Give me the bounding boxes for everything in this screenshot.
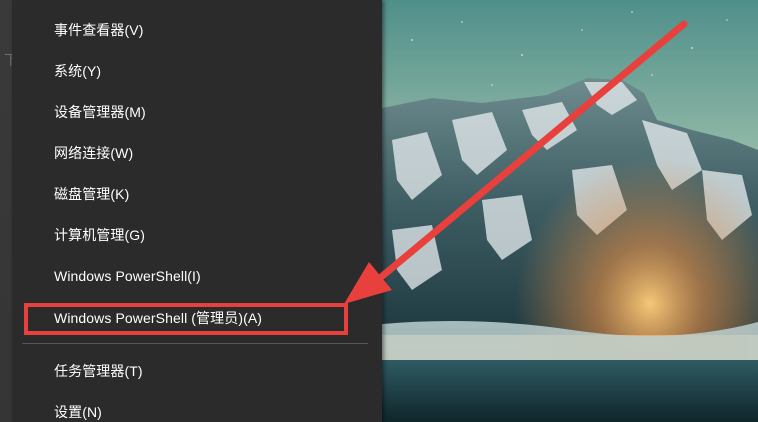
wallpaper-image xyxy=(372,0,758,422)
menu-item-settings[interactable]: 设置(N) xyxy=(12,392,382,422)
screen: 下 事件查看器(V) 系统(Y) 设备管理器(M) 网络连接(W) 磁盘管理(K… xyxy=(0,0,758,422)
menu-item-device-manager[interactable]: 设备管理器(M) xyxy=(12,92,382,132)
menu-item-computer-management[interactable]: 计算机管理(G) xyxy=(12,215,382,255)
winx-context-menu: 事件查看器(V) 系统(Y) 设备管理器(M) 网络连接(W) 磁盘管理(K) … xyxy=(12,0,382,422)
menu-item-task-manager[interactable]: 任务管理器(T) xyxy=(12,351,382,391)
menu-item-label: 设置(N) xyxy=(54,404,102,420)
menu-separator xyxy=(22,343,368,344)
menu-item-label: 设备管理器(M) xyxy=(54,104,146,120)
menu-item-label: Windows PowerShell (管理员)(A) xyxy=(54,310,263,326)
menu-item-powershell-admin[interactable]: Windows PowerShell (管理员)(A) xyxy=(12,298,382,338)
menu-item-powershell[interactable]: Windows PowerShell(I) xyxy=(12,256,382,296)
menu-item-label: 磁盘管理(K) xyxy=(54,186,130,202)
menu-item-event-viewer[interactable]: 事件查看器(V) xyxy=(12,10,382,50)
menu-item-label: 系统(Y) xyxy=(54,63,102,79)
menu-item-network-connections[interactable]: 网络连接(W) xyxy=(12,133,382,173)
menu-item-label: 计算机管理(G) xyxy=(54,227,146,243)
menu-item-label: 事件查看器(V) xyxy=(54,22,144,38)
menu-item-label: Windows PowerShell(I) xyxy=(54,268,201,284)
desktop-wallpaper xyxy=(372,0,758,422)
menu-item-label: 任务管理器(T) xyxy=(54,363,143,379)
menu-item-label: 网络连接(W) xyxy=(54,145,134,161)
menu-item-system[interactable]: 系统(Y) xyxy=(12,51,382,91)
menu-item-disk-management[interactable]: 磁盘管理(K) xyxy=(12,174,382,214)
